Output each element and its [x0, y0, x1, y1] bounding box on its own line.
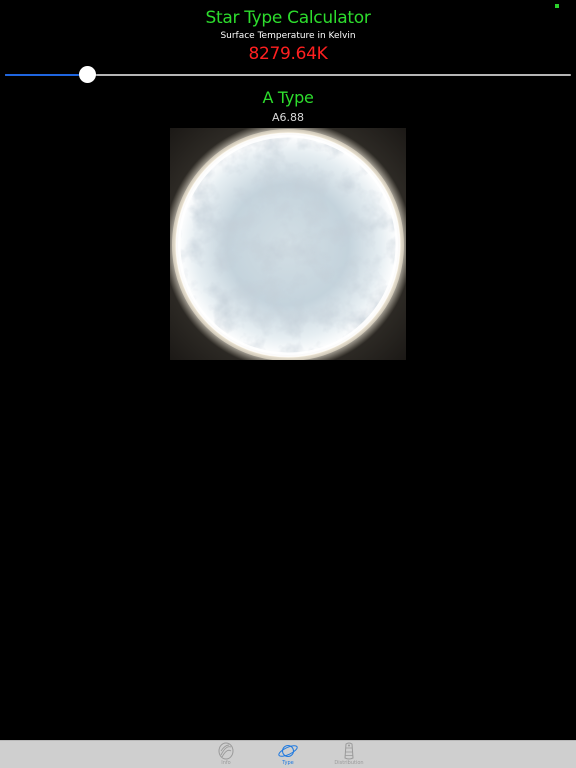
star-illustration [170, 128, 406, 360]
star-type-label: A Type [262, 88, 314, 107]
tab-type[interactable]: Type [258, 742, 318, 768]
tab-distribution-label: Distribution [334, 760, 364, 766]
planet-ring-icon [278, 745, 298, 757]
slider-fill [5, 74, 88, 76]
tab-info[interactable]: Info [196, 742, 256, 768]
distribution-icon [344, 742, 354, 760]
app-screen: Star Type Calculator Surface Temperature… [0, 0, 576, 768]
star-class-label: A6.88 [271, 111, 305, 124]
star-photo [170, 128, 406, 360]
tab-bar: Info Type Distribution [0, 740, 576, 768]
app-title: Star Type Calculator [205, 8, 371, 28]
temperature-caption: Surface Temperature in Kelvin [220, 31, 356, 41]
info-shell-icon [218, 742, 234, 760]
tab-info-label: Info [221, 760, 231, 766]
tab-type-label: Type [282, 760, 294, 766]
temperature-value: 8279.64K [248, 44, 328, 64]
temperature-slider[interactable] [5, 66, 571, 84]
tab-distribution[interactable]: Distribution [319, 742, 379, 768]
slider-thumb[interactable] [79, 66, 97, 83]
